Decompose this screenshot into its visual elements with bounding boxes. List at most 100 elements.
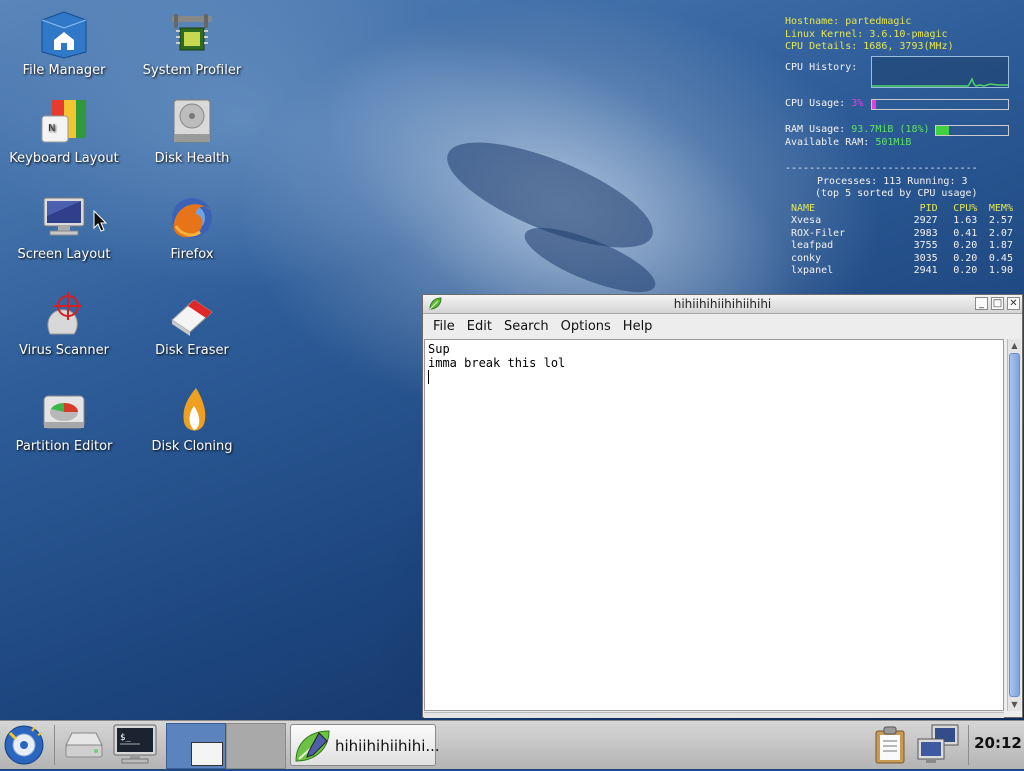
desktop-icon-label: Firefox (170, 247, 214, 262)
desktop-icon-system-profiler[interactable]: System Profiler (132, 10, 252, 78)
workspace-2[interactable] (226, 723, 286, 769)
process-pid: 2941 (913, 265, 938, 276)
available-ram-label: Available RAM: (785, 136, 870, 148)
cpu-history-label: CPU History: (785, 61, 858, 73)
drive-icon (65, 732, 103, 758)
menu-file-label: File (433, 318, 455, 334)
process-pid: 3035 (913, 252, 938, 264)
desktop-icon-partition-editor[interactable]: Partition Editor (4, 386, 124, 454)
text-line-cursor (428, 370, 1000, 384)
process-name: lxpanel (791, 265, 834, 276)
network-tray[interactable] (914, 723, 962, 767)
desktop-icon-file-manager[interactable]: File Manager (4, 10, 124, 78)
col-pid: PID (919, 202, 938, 214)
process-row: conky 3035 0.20 0.45 (785, 253, 1013, 266)
process-row: Xvesa 2927 1.63 2.57 (785, 215, 1013, 228)
processes-summary: Processes: 113 Running: 3 (817, 175, 968, 187)
cpu-usage-value: 3% (851, 97, 864, 109)
kernel-label: Linux Kernel: (785, 28, 864, 40)
process-pid: 2927 (913, 215, 938, 226)
hostname-value: partedmagic (845, 16, 912, 27)
process-table: NAME PID CPU% MEM% Xvesa 2927 1.63 2.57 ROX… (785, 203, 1013, 278)
desktop-icon-disk-cloning[interactable]: Disk Cloning (132, 386, 252, 454)
close-button[interactable]: ✕ (1007, 297, 1020, 310)
parted-magic-icon (4, 725, 44, 765)
text-line: imma break this lol (428, 356, 566, 370)
process-pid: 2983 (913, 227, 938, 239)
clock[interactable]: 20:12 (972, 734, 1024, 752)
desktop-icon-label: Disk Eraser (155, 343, 229, 358)
workspace-window-thumbnail (191, 742, 223, 766)
text-area[interactable]: Sup imma break this lol (424, 339, 1004, 711)
text-caret (428, 370, 429, 384)
vertical-scrollbar[interactable]: ▲ ▼ (1007, 339, 1021, 711)
process-name: Xvesa (791, 215, 822, 226)
ram-usage-label: RAM Usage: (785, 123, 846, 135)
horizontal-scrollbar[interactable] (424, 712, 1004, 718)
process-mem: 1.90 (988, 265, 1013, 276)
process-cpu: 0.20 (953, 265, 978, 276)
desktop: File Manager System Profiler N Keyboard … (0, 0, 1024, 720)
process-cpu: 0.20 (953, 252, 978, 264)
scrollbar-thumb[interactable] (1009, 353, 1020, 697)
menu-help[interactable]: Help (617, 319, 659, 334)
process-cpu: 0.41 (953, 227, 978, 239)
start-menu-button[interactable] (2, 723, 46, 767)
desktop-icon-label: Virus Scanner (19, 343, 109, 358)
menu-file[interactable]: File (427, 319, 461, 334)
desktop-icon-disk-health[interactable]: Disk Health (132, 98, 252, 166)
taskbar-separator (968, 725, 969, 765)
scroll-up-arrow-icon[interactable]: ▲ (1008, 339, 1021, 352)
col-name: NAME (791, 202, 816, 214)
taskbar-window-button[interactable]: hihiihihiihihi... (290, 724, 440, 766)
maximize-button[interactable]: □ (991, 297, 1004, 310)
svg-text:N: N (48, 123, 55, 134)
process-row: lxpanel 2941 0.20 1.90 (785, 265, 1013, 278)
divider-line: -------------------------------- (785, 163, 978, 174)
ram-usage-value: 93.7MiB (18%) (851, 123, 930, 135)
text-line: Sup (428, 342, 450, 356)
desktop-icon-virus-scanner[interactable]: Virus Scanner (4, 290, 124, 358)
col-cpu: CPU% (953, 202, 978, 214)
terminal-launcher[interactable]: $_ (110, 723, 160, 767)
cpu-usage-label: CPU Usage: (785, 97, 846, 109)
desktop-icon-label: File Manager (22, 63, 106, 78)
process-name: conky (791, 252, 822, 264)
menu-options[interactable]: Options (555, 319, 617, 334)
desktop-icon-label: System Profiler (142, 63, 242, 78)
process-mem: 1.87 (988, 240, 1013, 251)
process-row: leafpad 3755 0.20 1.87 (785, 240, 1013, 253)
desktop-icon-label: Disk Cloning (151, 439, 233, 454)
desktop-icon-label: Disk Health (154, 151, 230, 166)
menu-search[interactable]: Search (498, 319, 555, 334)
desktop-icon-firefox[interactable]: Firefox (132, 194, 252, 262)
clipboard-icon (875, 726, 905, 764)
leafpad-task-icon (295, 730, 330, 762)
monitor-icon (38, 194, 90, 244)
workspace-1[interactable] (166, 723, 226, 769)
hard-drive-icon (166, 98, 218, 148)
menu-search-label: Search (503, 318, 549, 334)
drive-launcher[interactable] (60, 723, 108, 767)
mouse-pointer-icon (93, 210, 107, 232)
process-row: ROX-Filer 2983 0.41 2.07 (785, 228, 1013, 241)
process-mem: 2.57 (988, 215, 1013, 226)
system-monitor: Hostname: partedmagic Linux Kernel: 3.6.… (785, 16, 1013, 278)
menu-options-label: Options (560, 318, 611, 334)
caliper-chip-icon (166, 10, 218, 60)
window-title: hihiihihiihihiihihi (673, 297, 772, 311)
kernel-value: 3.6.10-pmagic (869, 28, 948, 40)
text-editor-window[interactable]: hihiihihiihihiihihi _ □ ✕ File Edit Sear… (422, 294, 1023, 718)
scroll-down-arrow-icon[interactable]: ▼ (1008, 698, 1021, 711)
cpu-history-graph (871, 55, 1009, 88)
minimize-button[interactable]: _ (975, 297, 988, 310)
taskbar: $_ hihiihihiihihi... 20:12 (0, 720, 1024, 769)
desktop-icon-label: Screen Layout (17, 247, 111, 262)
clipboard-tray[interactable] (870, 723, 910, 767)
process-mem: 0.45 (988, 252, 1013, 264)
process-name: ROX-Filer (791, 227, 846, 239)
menu-edit[interactable]: Edit (461, 319, 498, 334)
window-titlebar[interactable]: hihiihihiihihiihihi _ □ ✕ (423, 295, 1022, 314)
desktop-icon-keyboard-layout[interactable]: N Keyboard Layout (4, 98, 124, 166)
desktop-icon-disk-eraser[interactable]: Disk Eraser (132, 290, 252, 358)
